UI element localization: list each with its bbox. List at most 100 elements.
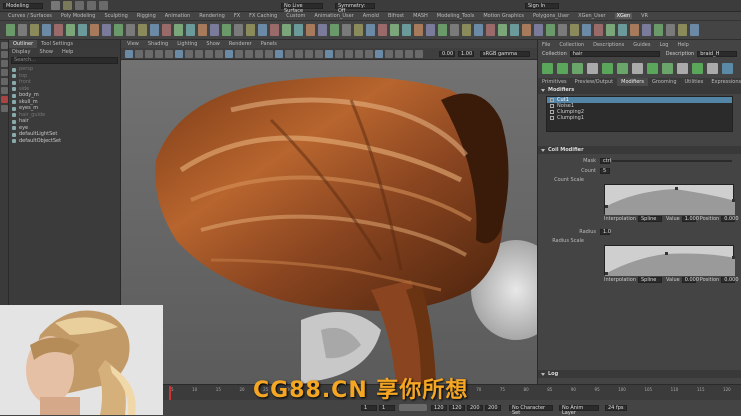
position-field-2[interactable]: 0.000 — [721, 276, 739, 283]
shelf-tool-icon[interactable] — [138, 24, 147, 36]
xgen-tool-icon[interactable] — [677, 62, 688, 74]
viewport-tool-icon[interactable] — [325, 49, 333, 58]
shelf-tool-icon[interactable] — [66, 24, 75, 36]
shelf-tool-icon[interactable] — [510, 24, 519, 36]
modifiers-section-header[interactable]: Modifiers — [538, 86, 741, 94]
shelf-tool-icon[interactable] — [318, 24, 327, 36]
xgen-tool-icon[interactable] — [722, 62, 733, 74]
interp-dropdown-1[interactable]: Spline — [638, 215, 662, 222]
xgen-tab-expressions[interactable]: Expressions — [707, 78, 741, 86]
playback-end-field[interactable]: 200 — [467, 404, 483, 411]
shelf-tab-polygons-user[interactable]: Polygons_User — [533, 13, 569, 19]
shelf-tool-icon[interactable] — [582, 24, 591, 36]
viewport-tool-icon[interactable] — [285, 49, 293, 58]
viewport-menu-renderer[interactable]: Renderer — [229, 41, 252, 47]
shelf-tab-arnold[interactable]: Arnold — [363, 13, 379, 19]
outliner-menu-help[interactable]: Help — [62, 49, 73, 55]
shelf-tool-icon[interactable] — [90, 24, 99, 36]
paint-tool-icon[interactable] — [1, 60, 8, 67]
redo-icon[interactable] — [99, 1, 108, 10]
shelf-tool-icon[interactable] — [558, 24, 567, 36]
shelf-tool-icon[interactable] — [654, 24, 663, 36]
shelf-tool-icon[interactable] — [402, 24, 411, 36]
shelf-tool-icon[interactable] — [114, 24, 123, 36]
shelf-tab-bifrost[interactable]: Bifrost — [388, 13, 404, 19]
xgen-tab-modifiers[interactable]: Modifiers — [617, 78, 648, 86]
xgen-tool-icon[interactable] — [572, 62, 583, 74]
shelf-tool-icon[interactable] — [690, 24, 699, 36]
shelf-tab-animation-user[interactable]: Animation_User — [314, 13, 353, 19]
viewport-tool-icon[interactable] — [385, 49, 393, 58]
viewport-tool-icon[interactable] — [265, 49, 273, 58]
viewport-menu-panels[interactable]: Panels — [261, 41, 277, 47]
xgen-menu-guides[interactable]: Guides — [633, 42, 650, 48]
shelf-tool-icon[interactable] — [150, 24, 159, 36]
rotate-tool-icon[interactable] — [1, 78, 8, 85]
shelf-tool-icon[interactable] — [30, 24, 39, 36]
viewport-tool-icon[interactable] — [215, 49, 223, 58]
viewport-scene[interactable] — [121, 60, 537, 384]
viewport-tool-icon[interactable] — [205, 49, 213, 58]
viewport-tool-icon[interactable] — [355, 49, 363, 58]
current-frame-marker[interactable] — [169, 386, 171, 400]
viewport-tool-icon[interactable] — [165, 49, 173, 58]
modifier-item[interactable]: Clumping1 — [547, 115, 732, 121]
shelf-tool-icon[interactable] — [186, 24, 195, 36]
shelf-tab-custom[interactable]: Custom — [286, 13, 305, 19]
shelf-tool-icon[interactable] — [78, 24, 87, 36]
shelf-tool-icon[interactable] — [390, 24, 399, 36]
viewport-tool-icon[interactable] — [195, 49, 203, 58]
position-field-1[interactable]: 0.000 — [721, 215, 739, 222]
character-set-dropdown[interactable]: No Character Set — [509, 404, 553, 415]
count-field[interactable]: 5 — [600, 168, 610, 174]
move-tool-icon[interactable] — [1, 69, 8, 76]
viewport-tool-icon[interactable] — [175, 49, 183, 58]
viewport-tool-icon[interactable] — [185, 49, 193, 58]
workspace-dropdown[interactable]: Modeling — [3, 2, 43, 9]
xgen-tab-utilities[interactable]: Utilities — [681, 78, 708, 86]
viewport-tool-icon[interactable] — [245, 49, 253, 58]
viewport-tool-icon[interactable] — [315, 49, 323, 58]
value-field-2[interactable]: 0.000 — [681, 276, 699, 283]
viewport-tool-icon[interactable] — [375, 49, 383, 58]
xgen-tool-icon[interactable] — [587, 62, 598, 74]
layout-icon[interactable] — [1, 96, 8, 103]
live-surface-dropdown[interactable]: No Live Surface — [281, 2, 323, 13]
mask-field[interactable]: ctrl — [600, 158, 611, 164]
symmetry-dropdown[interactable]: Symmetry: Off — [335, 2, 375, 13]
shelf-tool-icon[interactable] — [534, 24, 543, 36]
shelf-tool-icon[interactable] — [330, 24, 339, 36]
outliner-menu-display[interactable]: Display — [12, 49, 30, 55]
viewport-tool-icon[interactable] — [405, 49, 413, 58]
range-start-field[interactable]: 1 — [361, 404, 377, 411]
viewport-tool-icon[interactable] — [145, 49, 153, 58]
shelf-tool-icon[interactable] — [414, 24, 423, 36]
xgen-tool-icon[interactable] — [707, 62, 718, 74]
viewport-tool-icon[interactable] — [135, 49, 143, 58]
shelf-tab-rigging[interactable]: Rigging — [137, 13, 156, 19]
shelf-tool-icon[interactable] — [198, 24, 207, 36]
interp-dropdown-2[interactable]: Spline — [638, 276, 662, 283]
viewport-tool-icon[interactable] — [305, 49, 313, 58]
modifier-checkbox[interactable] — [550, 110, 554, 114]
shelf-tool-icon[interactable] — [522, 24, 531, 36]
shelf-tool-icon[interactable] — [174, 24, 183, 36]
modifier-checkbox[interactable] — [550, 116, 554, 120]
viewport-tool-icon[interactable] — [225, 49, 233, 58]
shelf-tool-icon[interactable] — [606, 24, 615, 36]
shelf-tool-icon[interactable] — [450, 24, 459, 36]
shelf-tool-icon[interactable] — [594, 24, 603, 36]
modifier-checkbox[interactable] — [550, 98, 554, 102]
shelf-tab-fx[interactable]: FX — [234, 13, 240, 19]
shelf-tool-icon[interactable] — [438, 24, 447, 36]
shelf-tool-icon[interactable] — [306, 24, 315, 36]
shelf-tool-icon[interactable] — [234, 24, 243, 36]
shelf-tool-icon[interactable] — [258, 24, 267, 36]
sign-in-button[interactable]: Sign In — [525, 2, 559, 9]
xgen-menu-collection[interactable]: Collection — [559, 42, 584, 48]
save-scene-icon[interactable] — [75, 1, 84, 10]
xgen-tool-icon[interactable] — [632, 62, 643, 74]
viewport-tool-icon[interactable] — [255, 49, 263, 58]
exposure-field[interactable]: 0.00 — [439, 50, 455, 57]
xgen-tab-preview-output[interactable]: Preview/Output — [571, 78, 618, 86]
